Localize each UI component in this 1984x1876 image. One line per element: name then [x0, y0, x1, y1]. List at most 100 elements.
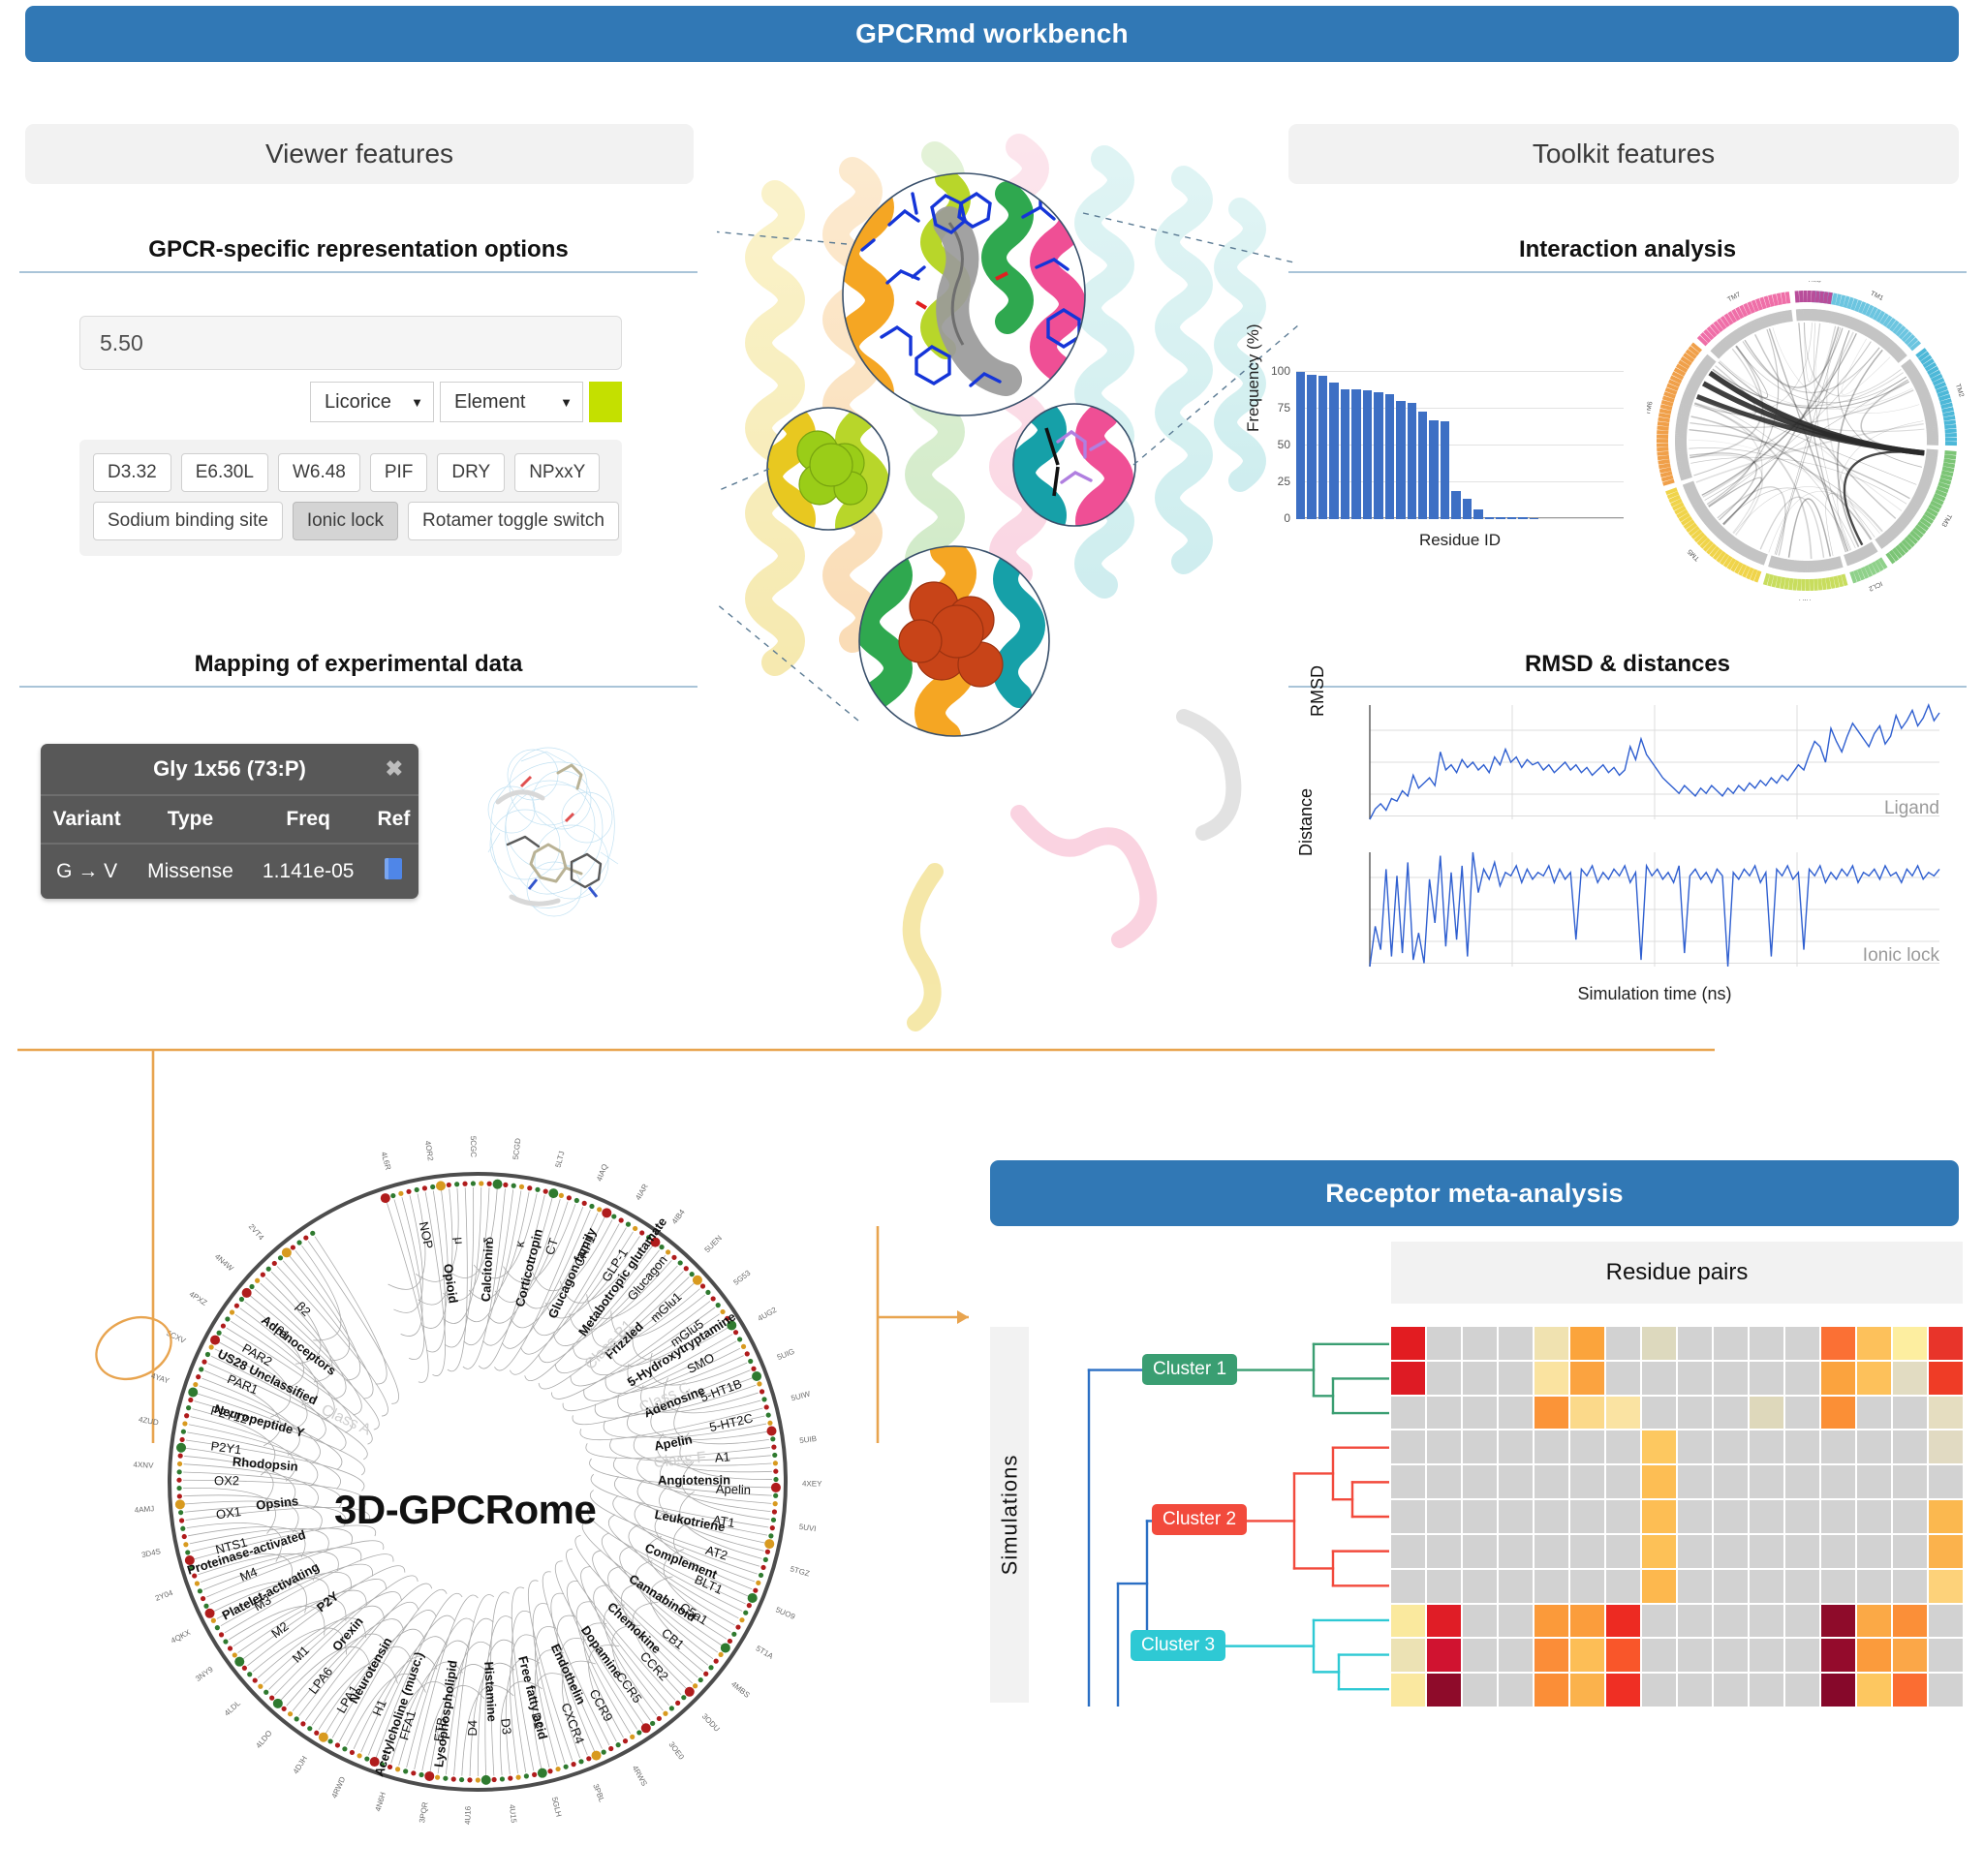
gpcrome-family-label[interactable]: Apelin: [653, 1431, 694, 1453]
heatmap-cell[interactable]: [1606, 1397, 1640, 1430]
gpcrome-structure-dot[interactable]: [234, 1657, 244, 1667]
gpcrome-structure-dot[interactable]: [650, 1721, 655, 1726]
heatmap-cell[interactable]: [1534, 1465, 1568, 1498]
gpcrome-pdb-label[interactable]: 4MBS: [729, 1679, 752, 1700]
gpcrome-receptor-label[interactable]: mGlu1: [647, 1289, 684, 1325]
gpcrome-pdb-label[interactable]: 4IAQ: [595, 1163, 609, 1183]
gpcrome-structure-dot[interactable]: [273, 1699, 283, 1708]
bar-chart-bar[interactable]: [1441, 421, 1449, 519]
gpcrome-structure-dot[interactable]: [512, 1184, 516, 1188]
gpcrome-structure-dot[interactable]: [586, 1756, 591, 1761]
gpcrome-structure-dot[interactable]: [685, 1687, 695, 1697]
gpcrome-structure-dot[interactable]: [633, 1226, 637, 1231]
gpcrome-structure-dot[interactable]: [663, 1711, 667, 1716]
gpcrome-structure-dot[interactable]: [721, 1643, 730, 1652]
heatmap-cell[interactable]: [1427, 1674, 1461, 1707]
gpcrome-structure-dot[interactable]: [571, 1762, 575, 1767]
heatmap-cell[interactable]: [1642, 1535, 1676, 1568]
gpcrome-structure-dot[interactable]: [733, 1330, 738, 1335]
heatmap-cell[interactable]: [1714, 1500, 1748, 1533]
bar-chart-bar[interactable]: [1496, 517, 1504, 519]
heatmap-cell[interactable]: [1893, 1397, 1927, 1430]
gpcrome-structure-dot[interactable]: [210, 1336, 220, 1345]
gpcrome-receptor-label[interactable]: NOP: [417, 1220, 437, 1250]
bar-chart-bar[interactable]: [1451, 491, 1460, 519]
heatmap-cell[interactable]: [1929, 1570, 1963, 1603]
heatmap-cell[interactable]: [1570, 1397, 1604, 1430]
gpcrome-structure-dot[interactable]: [623, 1738, 628, 1743]
gpcrome-structure-dot[interactable]: [247, 1672, 252, 1676]
gpcrome-receptor-label[interactable]: M4: [237, 1564, 259, 1584]
gpcrome-structure-dot[interactable]: [481, 1775, 491, 1785]
gpcrome-structure-dot[interactable]: [202, 1360, 206, 1365]
gpcrome-structure-dot[interactable]: [182, 1534, 187, 1539]
gpcrome-structure-dot[interactable]: [221, 1323, 226, 1328]
representation-style-select[interactable]: Licorice ▼: [310, 382, 434, 422]
heatmap-cell[interactable]: [1929, 1362, 1963, 1395]
gpcrome-structure-dot[interactable]: [616, 1742, 621, 1747]
gpcrome-structure-dot[interactable]: [232, 1652, 237, 1657]
gpcrome-structure-dot[interactable]: [296, 1240, 301, 1245]
heatmap-cell[interactable]: [1427, 1465, 1461, 1498]
heatmap-cell[interactable]: [1714, 1397, 1748, 1430]
heatmap-cell[interactable]: [1427, 1639, 1461, 1672]
gpcrome-structure-dot[interactable]: [230, 1309, 234, 1314]
gpcrome-structure-dot[interactable]: [177, 1469, 182, 1474]
book-icon[interactable]: [385, 858, 402, 879]
heatmap-cell[interactable]: [1642, 1639, 1676, 1672]
gpcrome-structure-dot[interactable]: [364, 1756, 369, 1761]
gpcrome-structure-dot[interactable]: [479, 1181, 483, 1185]
gpcrome-structure-dot[interactable]: [195, 1581, 200, 1585]
gpcrome-pdb-label[interactable]: 4IAR: [634, 1183, 650, 1202]
gpcrome-pdb-label[interactable]: 3PBL: [591, 1783, 606, 1804]
heatmap-cell[interactable]: [1642, 1500, 1676, 1533]
heatmap-cell[interactable]: [1642, 1570, 1676, 1603]
heatmap-cell[interactable]: [1821, 1570, 1855, 1603]
gpcrome-structure-dot[interactable]: [737, 1337, 742, 1341]
heatmap-cell[interactable]: [1499, 1674, 1533, 1707]
gpcrome-family-label[interactable]: Corticotropin: [512, 1227, 545, 1308]
gpcrome-structure-dot[interactable]: [266, 1267, 271, 1272]
heatmap-cell[interactable]: [1821, 1535, 1855, 1568]
gpcrome-structure-dot[interactable]: [177, 1461, 182, 1466]
gpcrome-structure-dot[interactable]: [773, 1493, 778, 1498]
heatmap-cell[interactable]: [1499, 1465, 1533, 1498]
heatmap-cell[interactable]: [1427, 1605, 1461, 1638]
gpcrome-pdb-label[interactable]: 4N4W: [213, 1252, 235, 1274]
gpcrome-structure-dot[interactable]: [185, 1550, 190, 1554]
heatmap-cell[interactable]: [1534, 1500, 1568, 1533]
gpcrome-structure-dot[interactable]: [768, 1533, 773, 1538]
heatmap-cell[interactable]: [1463, 1327, 1497, 1360]
gpcrome-structure-dot[interactable]: [771, 1483, 781, 1492]
heatmap-cell[interactable]: [1534, 1570, 1568, 1603]
heatmap-cell[interactable]: [1893, 1465, 1927, 1498]
gpcrome-structure-dot[interactable]: [176, 1443, 186, 1453]
gpcrome-structure-dot[interactable]: [669, 1706, 674, 1710]
gpcrome-structure-dot[interactable]: [602, 1208, 611, 1217]
gpcrome-structure-dot[interactable]: [418, 1772, 423, 1777]
gpcrome-structure-dot[interactable]: [773, 1461, 778, 1465]
heatmap-cell[interactable]: [1785, 1500, 1819, 1533]
gpcrome-structure-dot[interactable]: [328, 1738, 333, 1743]
gpcrome-structure-dot[interactable]: [176, 1478, 181, 1483]
gpcrome-structure-dot[interactable]: [310, 1231, 315, 1236]
heatmap-cell[interactable]: [1821, 1327, 1855, 1360]
gpcrome-structure-dot[interactable]: [659, 1245, 664, 1249]
gpcrome-structure-dot[interactable]: [500, 1776, 505, 1781]
heatmap-cell[interactable]: [1463, 1639, 1497, 1672]
heatmap-cell[interactable]: [1857, 1605, 1891, 1638]
heatmap-cell[interactable]: [1642, 1605, 1676, 1638]
heatmap-cell[interactable]: [1893, 1605, 1927, 1638]
heatmap-cell[interactable]: [1785, 1674, 1819, 1707]
heatmap-cell[interactable]: [1929, 1605, 1963, 1638]
bar-chart-bar[interactable]: [1507, 517, 1516, 519]
gpcrome-structure-dot[interactable]: [684, 1266, 689, 1271]
gpcrome-structure-dot[interactable]: [395, 1767, 400, 1771]
gpcrome-structure-dot[interactable]: [203, 1604, 208, 1609]
gpcrome-pdb-label[interactable]: 4AMJ: [134, 1504, 154, 1515]
heatmap-cell[interactable]: [1642, 1327, 1676, 1360]
motif-chip-e6-30l[interactable]: E6.30L: [181, 453, 268, 492]
gpcrome-structure-dot[interactable]: [491, 1777, 496, 1782]
gpcrome-structure-dot[interactable]: [282, 1247, 292, 1257]
gpcrome-structure-dot[interactable]: [716, 1303, 721, 1307]
